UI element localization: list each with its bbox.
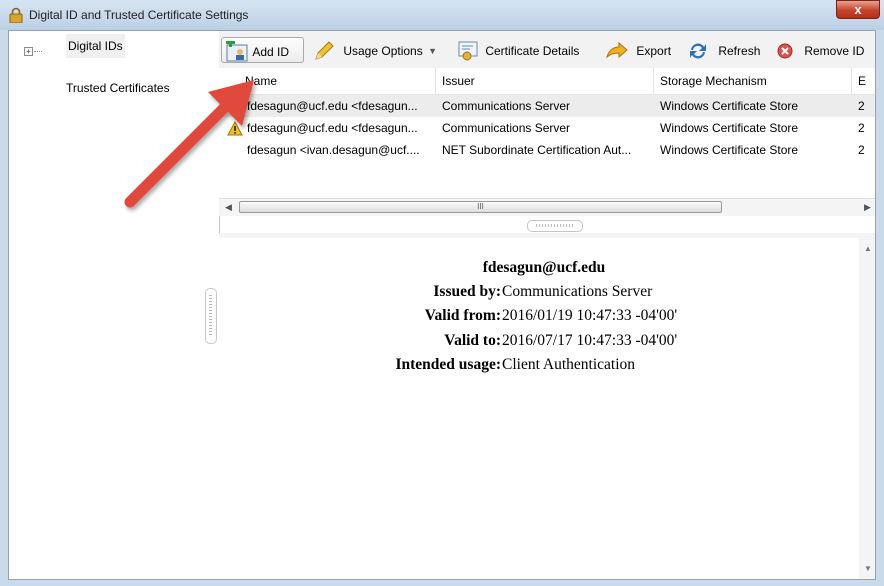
category-tree: + Digital IDs Trusted Certificates [9,31,220,579]
detail-label: Valid from: [424,307,501,324]
table-row[interactable]: fdesagun <ivan.desagun@ucf.... NET Subor… [219,139,875,161]
scroll-left-icon[interactable]: ◀ [225,202,232,213]
scrollbar-thumb[interactable]: III [239,201,722,213]
column-header-issuer[interactable]: Issuer [436,68,654,94]
cell-storage: Windows Certificate Store [660,99,799,113]
add-id-label: Add ID [252,44,290,59]
scroll-down-icon[interactable]: ▼ [864,564,872,573]
certificate-icon [458,41,478,61]
warning-icon [227,121,243,136]
remove-icon [777,43,793,59]
refresh-label: Refresh [718,43,761,58]
close-button[interactable]: x [836,0,880,19]
refresh-button[interactable]: Refresh [687,37,760,63]
detail-label: Issued by: [433,283,501,300]
table-row[interactable]: fdesagun@ucf.edu <fdesagun... Communicat… [219,117,875,139]
column-header-name[interactable]: Name [219,68,436,94]
toolbar: Add ID Usage Options ▼ Certificate Detai… [219,31,875,69]
tree-item-digital-ids[interactable]: + Digital IDs [9,34,219,63]
pencil-icon [315,41,334,60]
add-id-button[interactable]: Add ID [221,37,304,63]
digital-id-table: Name Issuer Storage Mechanism E fdesagun… [219,68,875,198]
grip-icon: III [477,202,484,211]
cell-issuer: Communications Server [442,121,571,135]
title-bar[interactable]: Digital ID and Trusted Certificate Setti… [0,0,884,30]
cell-storage: Windows Certificate Store [660,143,799,157]
chevron-down-icon: ▼ [428,45,437,56]
dialog-window: Digital ID and Trusted Certificate Setti… [0,0,884,586]
cell-expiry: 2 [858,143,865,157]
cell-expiry: 2 [858,99,865,113]
details-vertical-scrollbar[interactable]: ▲ ▼ [859,238,875,579]
cell-issuer: NET Subordinate Certification Aut... [442,143,632,157]
detail-row-intended-usage: Intended usage: Client Authentication [219,356,859,380]
refresh-icon [690,43,706,59]
certificate-details-label: Certificate Details [485,43,580,58]
remove-id-button[interactable]: Remove ID [777,37,864,63]
close-icon: x [854,2,862,17]
cell-name: fdesagun <ivan.desagun@ucf.... [247,143,420,157]
vertical-splitter[interactable] [205,288,217,344]
scroll-right-icon[interactable]: ▶ [864,202,871,213]
certificate-details-button[interactable]: Certificate Details [456,37,579,63]
detail-label: Intended usage: [395,356,501,373]
digital-ids-pane: Add ID Usage Options ▼ Certificate Detai… [219,31,875,579]
usage-options-button[interactable]: Usage Options ▼ [313,37,437,63]
horizontal-splitter[interactable] [527,220,583,232]
export-button[interactable]: Export [605,37,671,63]
detail-row-issued-by: Issued by: Communications Server [219,283,859,307]
detail-label: Valid to: [444,332,501,349]
table-header: Name Issuer Storage Mechanism E [219,68,875,95]
tree-item-trusted-certificates[interactable]: Trusted Certificates [9,76,219,100]
add-id-icon [226,40,248,62]
detail-row-valid-to: Valid to: 2016/07/17 10:47:33 -04'00' [219,332,859,356]
column-header-expiry[interactable]: E [852,68,875,94]
certificate-subject: fdesagun@ucf.edu [482,259,606,276]
window-title: Digital ID and Trusted Certificate Setti… [29,8,249,22]
lock-icon [9,7,23,23]
detail-value: 2016/01/19 10:47:33 -04'00' [502,307,678,324]
cell-storage: Windows Certificate Store [660,121,799,135]
column-header-storage[interactable]: Storage Mechanism [654,68,852,94]
cell-name: fdesagun@ucf.edu <fdesagun... [247,99,418,113]
export-arrow-icon [606,41,628,59]
cell-name: fdesagun@ucf.edu <fdesagun... [247,121,418,135]
usage-options-label: Usage Options [343,43,423,58]
cell-issuer: Communications Server [442,99,571,113]
remove-id-label: Remove ID [804,43,865,58]
expand-icon[interactable]: + [24,47,33,56]
cell-expiry: 2 [858,121,865,135]
dialog-body: + Digital IDs Trusted Certificates Add I… [8,30,876,580]
detail-value: Communications Server [502,283,653,300]
export-label: Export [636,43,672,58]
tree-item-label: Digital IDs [66,34,125,58]
tree-connector [34,51,42,52]
scroll-up-icon[interactable]: ▲ [864,244,872,253]
table-row[interactable]: fdesagun@ucf.edu <fdesagun... Communicat… [219,95,875,117]
horizontal-scrollbar[interactable]: ◀ III ▶ [219,198,875,216]
tree-item-label: Trusted Certificates [66,81,170,95]
detail-value: 2016/07/17 10:47:33 -04'00' [502,332,678,349]
detail-value: Client Authentication [502,356,636,373]
certificate-details-panel: fdesagun@ucf.edu Issued by: Communicatio… [219,238,859,579]
detail-row-valid-from: Valid from: 2016/01/19 10:47:33 -04'00' [219,307,859,331]
